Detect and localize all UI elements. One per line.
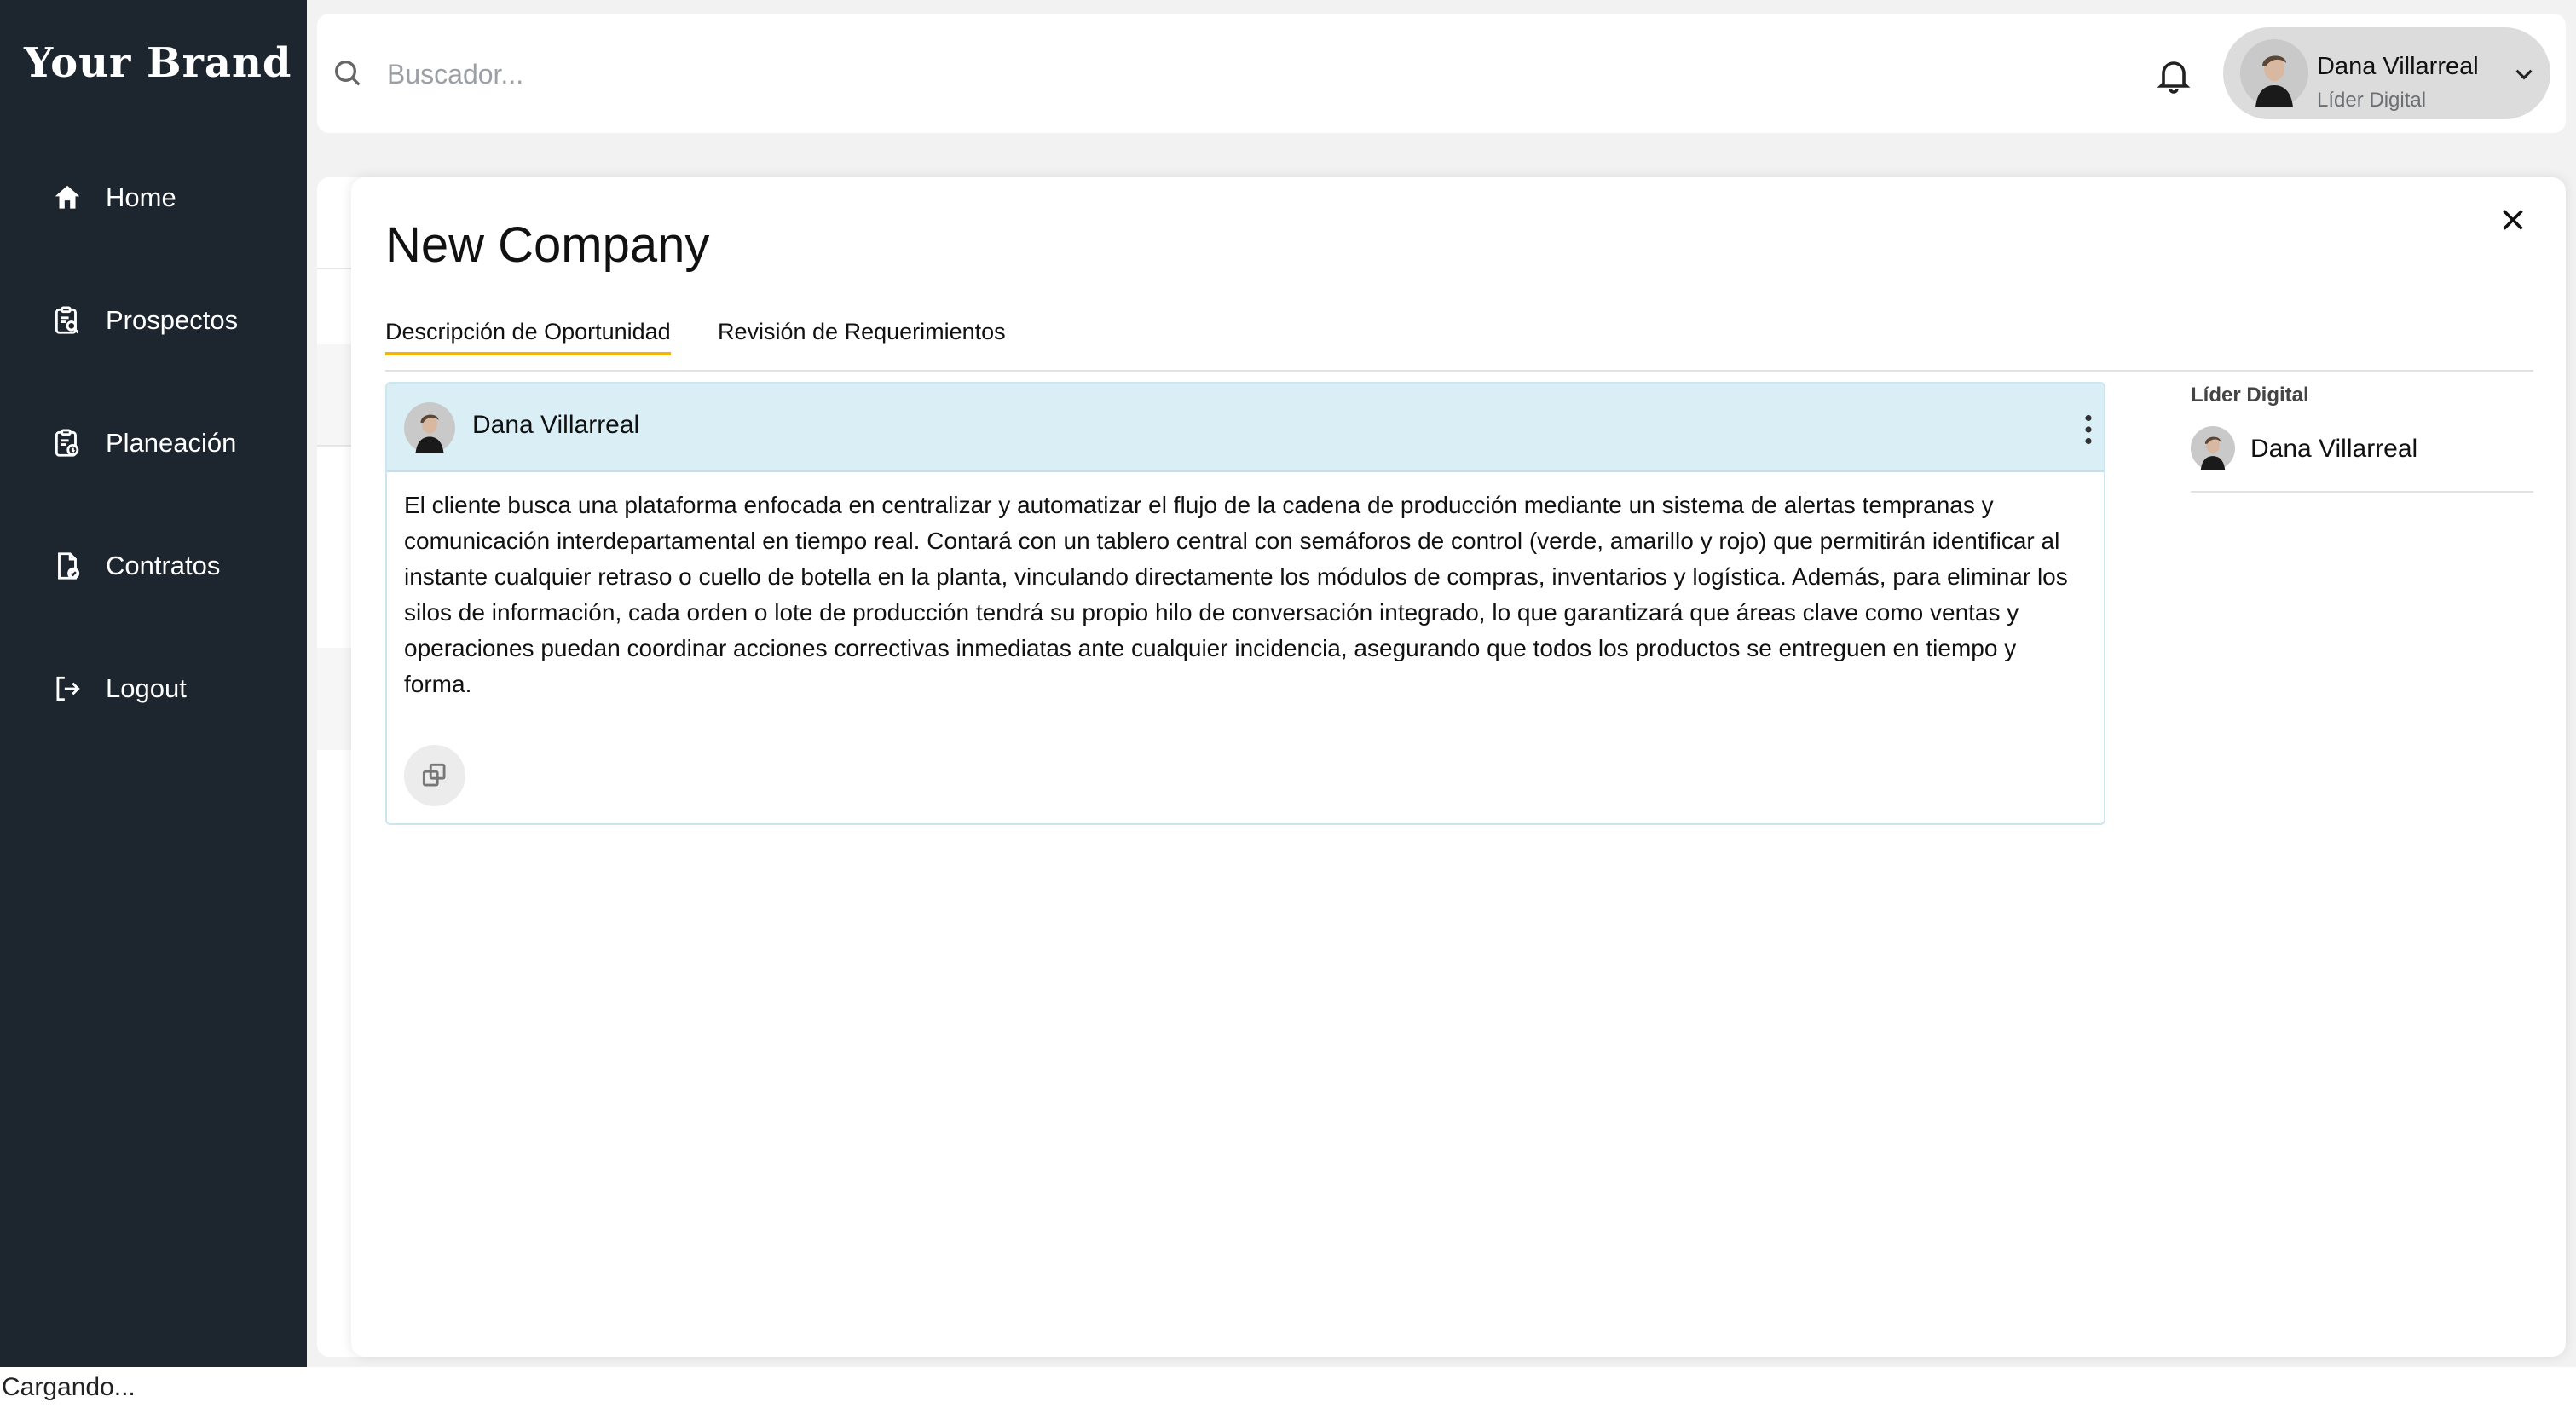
description-card: Dana Villarreal El cliente busca una pla… xyxy=(385,382,2105,825)
sidebar-item-home[interactable]: Home xyxy=(49,170,176,225)
avatar xyxy=(2191,426,2235,470)
new-company-modal: New Company Descripción de Oportunidad R… xyxy=(351,177,2566,1357)
background-row xyxy=(317,648,351,750)
chevron-down-icon xyxy=(2515,69,2533,80)
document-check-icon xyxy=(49,548,85,584)
logout-icon xyxy=(49,671,85,707)
modal-title: New Company xyxy=(385,217,710,273)
user-name: Dana Villarreal xyxy=(2317,53,2479,80)
sidebar-item-label: Planeación xyxy=(106,428,237,458)
assigned-user-name: Dana Villarreal xyxy=(2250,435,2418,463)
copy-icon xyxy=(422,763,446,787)
search-icon xyxy=(335,61,361,86)
sidebar-item-label: Home xyxy=(106,182,176,212)
bell-icon xyxy=(2157,61,2191,94)
close-icon xyxy=(2503,210,2523,230)
tab-revision-requerimientos[interactable]: Revisión de Requerimientos xyxy=(718,319,1006,345)
sidebar-item-label: Contratos xyxy=(106,551,221,580)
top-bar: Dana Villarreal Líder Digital xyxy=(317,14,2566,133)
background-row xyxy=(317,344,351,447)
more-options-icon[interactable] xyxy=(2083,414,2094,445)
sidebar-item-label: Logout xyxy=(106,673,187,703)
sidebar-item-planeacion[interactable]: Planeación xyxy=(49,416,236,470)
user-menu[interactable]: Dana Villarreal Líder Digital xyxy=(2223,27,2550,119)
copy-button[interactable] xyxy=(404,745,465,806)
home-icon xyxy=(49,180,85,216)
avatar xyxy=(404,402,455,453)
clipboard-clock-icon xyxy=(49,425,85,461)
user-role: Líder Digital xyxy=(2317,89,2427,112)
sidebar: Your Brand Home Prospectos Planeación Co… xyxy=(0,0,307,1367)
sidebar-item-label: Prospectos xyxy=(106,305,239,335)
divider xyxy=(317,268,351,269)
close-button[interactable] xyxy=(2494,201,2532,239)
clipboard-search-icon xyxy=(49,303,85,338)
brand-logo: Your Brand xyxy=(24,39,292,87)
sidebar-item-logout[interactable]: Logout xyxy=(49,661,187,716)
sidebar-item-prospectos[interactable]: Prospectos xyxy=(49,293,238,348)
card-author: Dana Villarreal xyxy=(472,411,640,439)
search-input[interactable] xyxy=(385,48,1667,101)
sidebar-item-contratos[interactable]: Contratos xyxy=(49,539,220,593)
card-header: Dana Villarreal xyxy=(387,384,2104,472)
avatar xyxy=(2240,39,2308,107)
tab-bar: Descripción de Oportunidad Revisión de R… xyxy=(385,310,2533,372)
divider xyxy=(317,445,351,447)
tab-descripcion-oportunidad[interactable]: Descripción de Oportunidad xyxy=(385,319,671,355)
side-label: Líder Digital xyxy=(2191,384,2309,407)
loading-status: Cargando... xyxy=(0,1367,2576,1408)
notifications-button[interactable] xyxy=(2150,51,2198,99)
description-text: El cliente busca una plataforma enfocada… xyxy=(404,492,2068,697)
divider xyxy=(2191,491,2533,493)
